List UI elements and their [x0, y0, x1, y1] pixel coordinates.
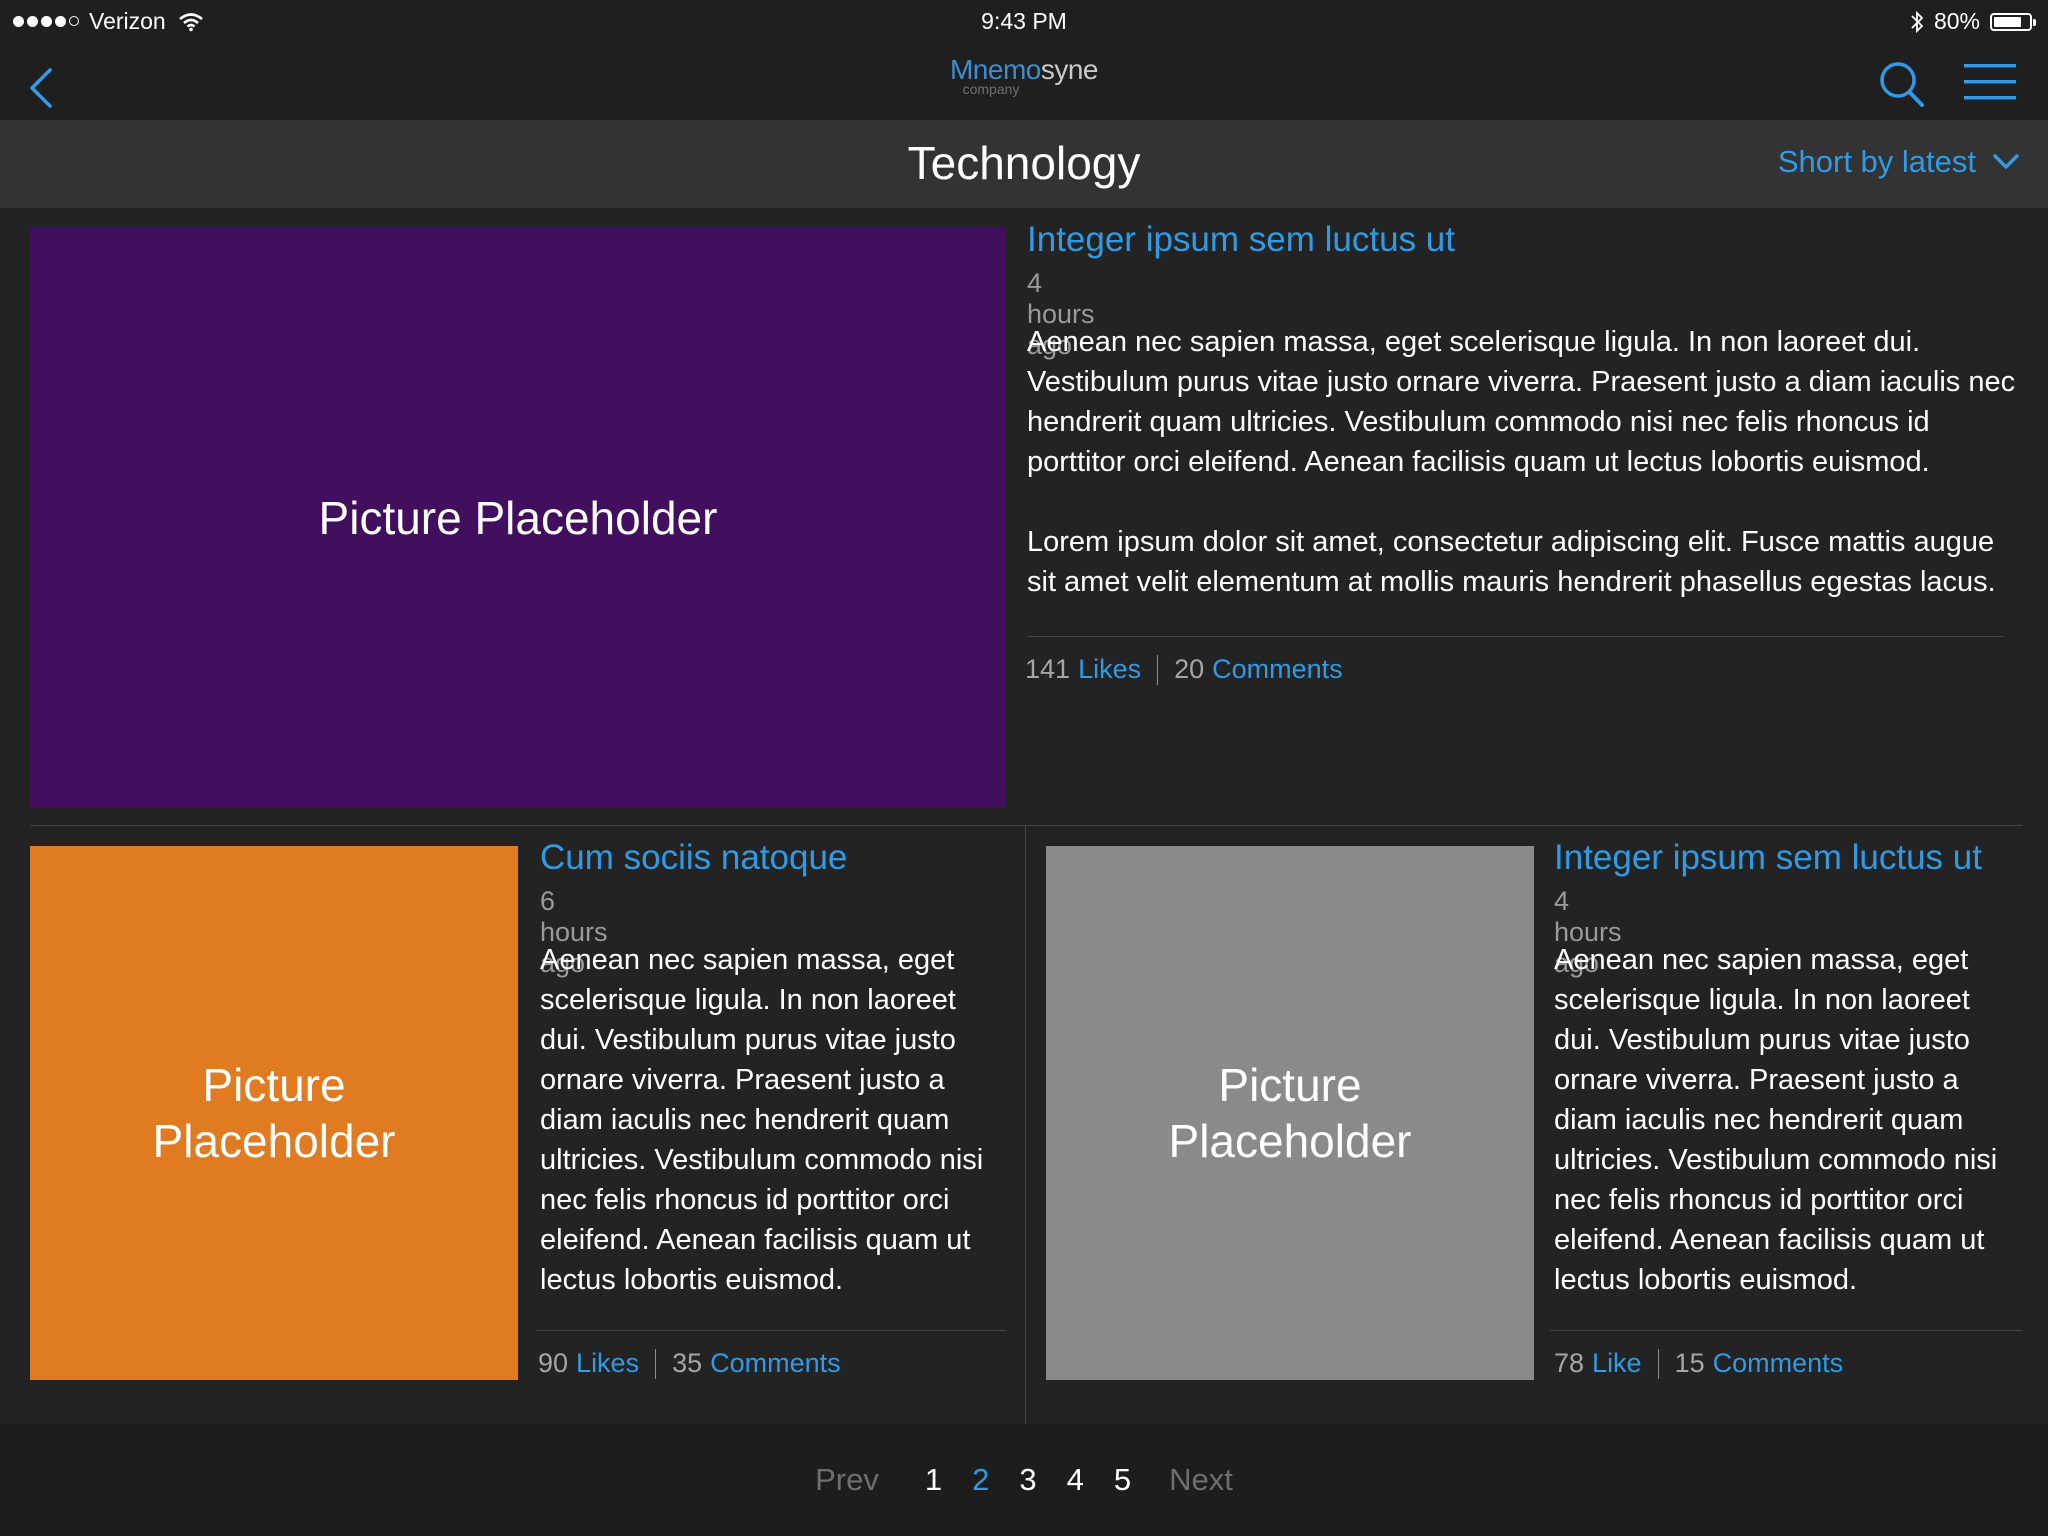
placeholder-label: Picture Placeholder [318, 491, 718, 544]
row-divider [30, 825, 2022, 826]
pagination-bar: Prev 12345 Next [0, 1424, 2048, 1536]
page-number-5[interactable]: 5 [1114, 1462, 1131, 1498]
post-meta: 141 Likes 20 Comments [1025, 654, 1343, 685]
search-icon [1880, 62, 1924, 107]
post-body: Aenean nec sapien massa, eget scelerisqu… [1554, 940, 2024, 1300]
status-time: 9:43 PM [981, 8, 1067, 34]
battery-icon [1990, 12, 2036, 31]
likes-count: 141 [1025, 654, 1071, 684]
comments-count: 15 [1674, 1348, 1705, 1378]
sort-dropdown[interactable]: Short by latest [1778, 144, 2020, 180]
divider [1027, 636, 2003, 637]
post-body: Aenean nec sapien massa, eget scelerisqu… [540, 940, 1010, 1300]
prev-page-button[interactable]: Prev [815, 1462, 879, 1498]
battery-percent: 80% [1933, 8, 1980, 34]
sort-label: Short by latest [1777, 144, 1976, 179]
status-bar: Verizon 9:43 PM 80% [0, 0, 2048, 44]
page-number-4[interactable]: 4 [1067, 1462, 1084, 1498]
menu-icon [1964, 64, 2016, 100]
picture-placeholder[interactable]: Picture Placeholder [30, 228, 1006, 808]
page-title: Technology [907, 137, 1141, 189]
likes-count: 78 [1554, 1348, 1585, 1378]
post-body-paragraph: Aenean nec sapien massa, eget scelerisqu… [540, 944, 984, 1296]
page-number-1[interactable]: 1 [925, 1462, 942, 1498]
post-body-paragraph: Aenean nec sapien massa, eget scelerisqu… [1027, 326, 2016, 478]
likes-count: 90 [538, 1348, 569, 1378]
status-right: 80% [1910, 8, 2036, 35]
post-meta: 90 Likes 35 Comments [538, 1348, 841, 1379]
comments-link[interactable]: Comments [710, 1348, 841, 1379]
post-body-paragraph: Lorem ipsum dolor sit amet, consectetur … [1027, 526, 1996, 598]
logo-name: Mnemosyne [949, 54, 1099, 85]
comments-link[interactable]: Comments [1713, 1348, 1844, 1379]
placeholder-label: Picture Placeholder [152, 1058, 396, 1167]
battery-level [1994, 16, 2021, 27]
comments-count: 35 [672, 1348, 703, 1378]
post-title[interactable]: Cum sociis natoque [540, 838, 847, 878]
divider [536, 1330, 1006, 1331]
meta-separator [1157, 654, 1159, 685]
page-numbers: 12345 [925, 1462, 1131, 1498]
divider [1550, 1330, 2022, 1331]
post-title[interactable]: Integer ipsum sem luctus ut [1027, 220, 1455, 260]
meta-separator [1657, 1348, 1659, 1379]
post-body: Aenean nec sapien massa, eget scelerisqu… [1027, 322, 2027, 602]
likes-link[interactable]: Likes [576, 1348, 639, 1379]
comments-count: 20 [1174, 654, 1205, 684]
picture-placeholder[interactable]: Picture Placeholder [30, 846, 518, 1380]
post-title[interactable]: Integer ipsum sem luctus ut [1554, 838, 1982, 878]
bluetooth-icon [1911, 10, 1924, 33]
pagination: Prev 12345 Next [0, 1462, 2048, 1498]
next-page-button[interactable]: Next [1169, 1462, 1233, 1498]
chevron-down-icon [1993, 154, 2019, 169]
post-body-paragraph: Aenean nec sapien massa, eget scelerisqu… [1554, 944, 1998, 1296]
column-divider [1025, 826, 1026, 1424]
page-number-2[interactable]: 2 [972, 1462, 989, 1498]
app-logo[interactable]: Mnemosyne company [0, 54, 2048, 97]
search-button[interactable] [1876, 54, 1928, 110]
likes-link[interactable]: Like [1592, 1348, 1642, 1379]
meta-separator [655, 1348, 657, 1379]
picture-placeholder[interactable]: Picture Placeholder [1046, 846, 1534, 1380]
category-bar: Technology Short by latest [0, 120, 2048, 208]
menu-button[interactable] [1962, 58, 2018, 106]
nav-bar: Mnemosyne company [0, 44, 2048, 120]
likes-link[interactable]: Likes [1078, 654, 1141, 685]
page-number-3[interactable]: 3 [1019, 1462, 1036, 1498]
placeholder-label: Picture Placeholder [1168, 1058, 1412, 1167]
comments-link[interactable]: Comments [1212, 654, 1343, 685]
post-meta: 78 Like 15 Comments [1554, 1348, 1843, 1379]
